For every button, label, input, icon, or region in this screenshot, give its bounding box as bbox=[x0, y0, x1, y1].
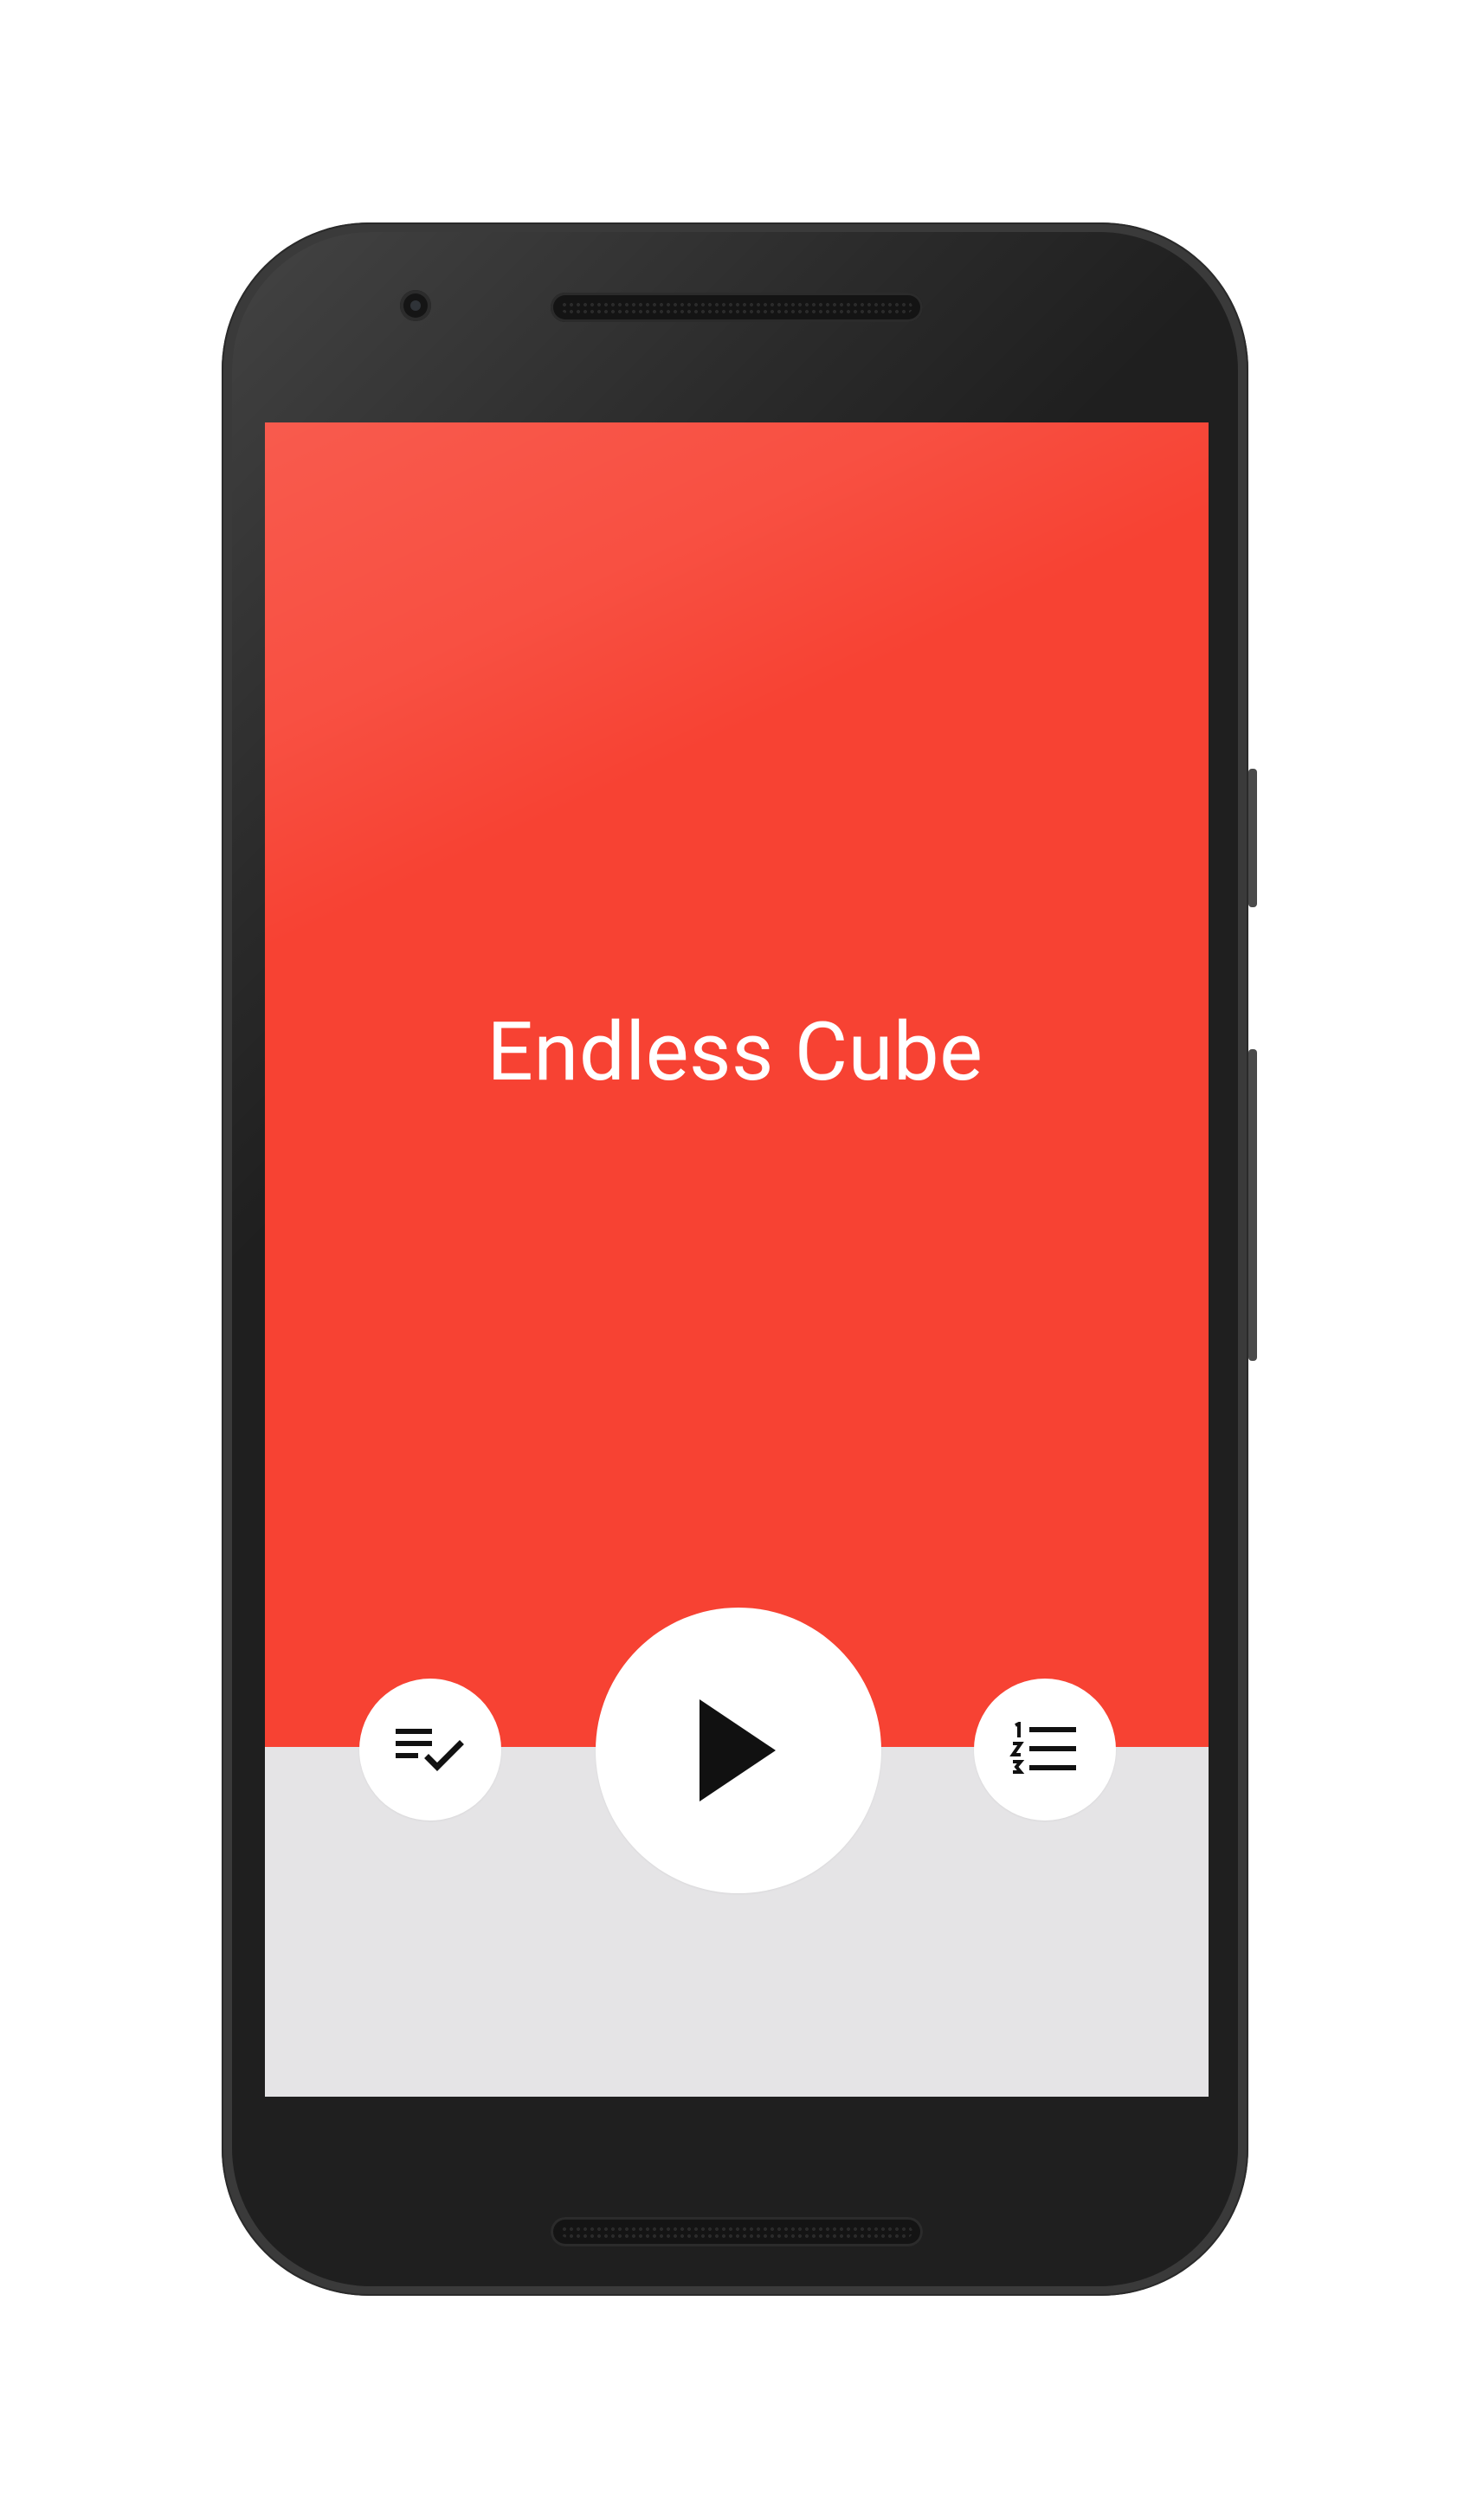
format-list-numbered-icon bbox=[1009, 1722, 1081, 1777]
front-camera bbox=[400, 290, 431, 321]
bottom-speaker-grille bbox=[551, 2217, 923, 2246]
play-icon bbox=[691, 1699, 786, 1801]
playlist-check-icon bbox=[394, 1722, 467, 1777]
app-store-preview: Endless Cube bbox=[0, 0, 1470, 2520]
game-title: Endless Cube bbox=[487, 1004, 983, 1099]
volume-button bbox=[1248, 1049, 1257, 1361]
achievements-button[interactable] bbox=[359, 1679, 501, 1821]
leaderboard-button[interactable] bbox=[974, 1679, 1116, 1821]
play-button[interactable] bbox=[596, 1608, 881, 1893]
power-button bbox=[1248, 769, 1257, 907]
top-speaker-grille bbox=[551, 293, 923, 322]
